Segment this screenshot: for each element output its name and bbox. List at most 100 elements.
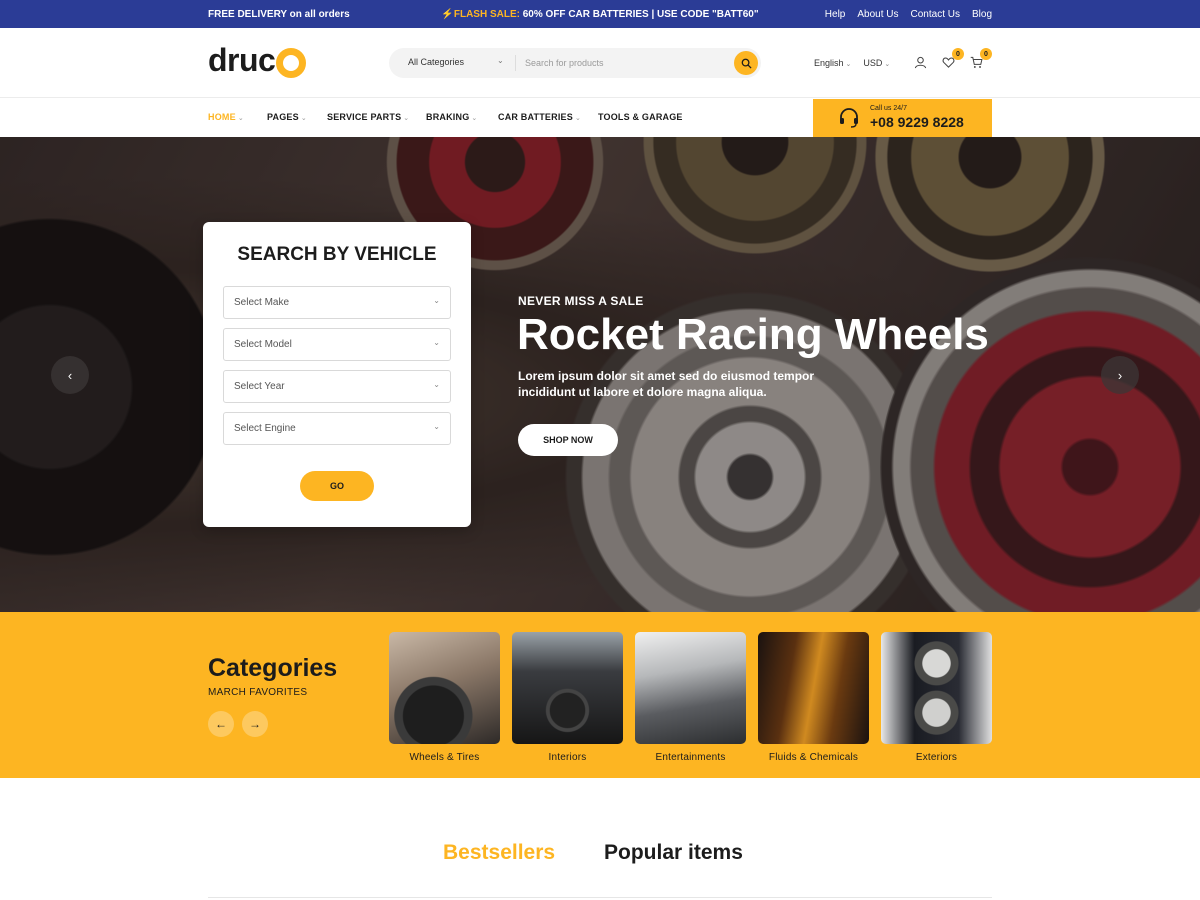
category-label-exteriors[interactable]: Exteriors [881, 752, 992, 763]
chevron-down-icon: ⌄ [403, 115, 410, 122]
select-model[interactable]: Select Model ⌄ [223, 328, 451, 361]
chevron-left-icon: ‹ [67, 367, 73, 383]
link-contact-us[interactable]: Contact Us [911, 9, 960, 20]
hero-description: Lorem ipsum dolor sit amet sed do eiusmo… [518, 369, 815, 399]
go-button[interactable]: GO [300, 471, 374, 501]
flash-sale-label-wrap: ⚡FLASH SALE: [441, 9, 522, 20]
top-links: Help About Us Contact Us Blog [825, 9, 992, 20]
link-about-us[interactable]: About Us [857, 9, 898, 20]
vehicle-search-card: SEARCH BY VEHICLE Select Make ⌄ Select Mo… [203, 222, 471, 527]
chevron-right-icon: › [1117, 367, 1123, 383]
chevron-down-icon: ⌄ [433, 296, 440, 305]
select-year[interactable]: Select Year ⌄ [223, 370, 451, 403]
category-label-interiors[interactable]: Interiors [512, 752, 623, 763]
cart-button[interactable]: 0 [968, 48, 992, 70]
category-label-wheels-tires[interactable]: Wheels & Tires [389, 752, 500, 763]
search-icon [741, 58, 752, 69]
hero-prev-button[interactable]: ‹ [51, 356, 89, 394]
select-year-label: Select Year [234, 381, 285, 392]
flash-sale-label: FLASH SALE: [453, 9, 520, 20]
phone-number: +08 9229 8228 [870, 114, 964, 130]
headset-icon [838, 107, 860, 134]
call-label: Call us 24/7 [870, 105, 907, 112]
link-help[interactable]: Help [825, 9, 846, 20]
categories-prev-button[interactable]: ← [208, 711, 234, 737]
divider [208, 897, 992, 898]
chevron-down-icon: ⌄ [497, 56, 504, 65]
nav-item-pages[interactable]: PAGES ⌄ [267, 112, 307, 122]
bolt-icon: ⚡ [441, 9, 454, 20]
select-engine[interactable]: Select Engine ⌄ [223, 412, 451, 445]
chevron-down-icon: ⌄ [433, 422, 440, 431]
nav-item-service-parts[interactable]: SERVICE PARTS ⌄ [327, 112, 409, 122]
logo[interactable]: druc [208, 42, 307, 79]
hero-headline: Rocket Racing Wheels [517, 310, 989, 359]
main-nav: HOME ⌄ PAGES ⌄ SERVICE PARTS ⌄ BRAKING ⌄ CAR… [0, 99, 1200, 137]
chevron-down-icon: ⌄ [237, 115, 244, 122]
header: druc All Categories ⌄ English⌄ USD⌄ 0 0 [0, 28, 1200, 98]
vehicle-search-title: SEARCH BY VEHICLE [237, 244, 437, 265]
currency-label: USD [863, 58, 883, 68]
wishlist-count-badge: 0 [952, 48, 964, 60]
chevron-down-icon: ⌄ [433, 338, 440, 347]
currency-select[interactable]: USD ⌄ [863, 58, 890, 68]
shop-now-button[interactable]: SHOP NOW [518, 424, 618, 456]
category-label-entertainments[interactable]: Entertainments [635, 752, 746, 763]
top-bar: FREE DELIVERY on all orders ⚡FLASH SALE:… [0, 0, 1200, 28]
chevron-down-icon: ⌄ [845, 61, 852, 68]
category-select[interactable]: All Categories [408, 57, 464, 67]
category-tile-interiors[interactable] [512, 632, 623, 744]
nav-pages-label: PAGES [267, 112, 299, 122]
cart-count-badge: 0 [980, 48, 992, 60]
search-input[interactable] [525, 55, 715, 71]
select-engine-label: Select Engine [234, 423, 296, 434]
nav-item-car-batteries[interactable]: CAR BATTERIES ⌄ [498, 112, 581, 122]
flash-sale-banner: ⚡FLASH SALE: 60% OFF CAR BATTERIES | USE… [0, 9, 1200, 20]
tab-popular-items[interactable]: Popular items [604, 841, 743, 865]
nav-item-braking[interactable]: BRAKING ⌄ [426, 112, 477, 122]
chevron-down-icon: ⌄ [433, 380, 440, 389]
call-us-box[interactable]: Call us 24/7 +08 9229 8228 [813, 99, 992, 137]
language-select[interactable]: English ⌄ [814, 58, 851, 68]
chevron-down-icon: ⌄ [884, 61, 891, 68]
divider [515, 55, 516, 71]
hero-banner: ‹ › NEVER MISS A SALE Rocket Racing Whee… [0, 137, 1200, 612]
nav-tools-garage-label: TOOLS & GARAGE [598, 112, 683, 122]
nav-item-tools-garage[interactable]: TOOLS & GARAGE [598, 112, 683, 122]
select-model-label: Select Model [234, 339, 292, 350]
language-label: English [814, 58, 844, 68]
select-make[interactable]: Select Make ⌄ [223, 286, 451, 319]
chevron-down-icon: ⌄ [471, 115, 478, 122]
logo-text: druc [208, 42, 276, 78]
nav-braking-label: BRAKING [426, 112, 470, 122]
search-button[interactable] [734, 51, 758, 75]
categories-title: Categories [208, 654, 338, 682]
categories-subtitle: MARCH FAVORITES [208, 687, 308, 698]
user-icon [914, 56, 926, 68]
nav-service-parts-label: SERVICE PARTS [327, 112, 402, 122]
gear-icon [276, 47, 307, 78]
header-preferences: English ⌄ USD ⌄ [814, 58, 890, 68]
category-tile-entertainments[interactable] [635, 632, 746, 744]
chevron-down-icon: ⌄ [574, 115, 582, 122]
categories-next-button[interactable]: → [242, 711, 268, 737]
nav-car-batteries-label: CAR BATTERIES [498, 112, 573, 122]
chevron-down-icon: ⌄ [300, 115, 307, 122]
hero-next-button[interactable]: › [1101, 356, 1139, 394]
category-tile-wheels-tires[interactable] [389, 632, 500, 744]
hero-eyebrow: NEVER MISS A SALE [518, 294, 644, 308]
category-tile-exteriors[interactable] [881, 632, 992, 744]
category-tile-fluids-chemicals[interactable] [758, 632, 869, 744]
link-blog[interactable]: Blog [972, 9, 992, 20]
flash-sale-text: 60% OFF CAR BATTERIES | USE CODE "BATT60… [522, 9, 759, 20]
search-bar: All Categories ⌄ [389, 48, 761, 78]
tab-bestsellers[interactable]: Bestsellers [443, 841, 555, 865]
nav-home-label: HOME [208, 112, 236, 122]
nav-item-home[interactable]: HOME ⌄ [208, 112, 244, 122]
arrow-left-icon: ← [215, 717, 227, 731]
categories-section: Categories MARCH FAVORITES ← → Wheels & … [0, 612, 1200, 778]
category-label-fluids-chemicals[interactable]: Fluids & Chemicals [758, 752, 869, 763]
select-make-label: Select Make [234, 297, 290, 308]
wishlist-button[interactable]: 0 [940, 48, 964, 70]
account-button[interactable] [912, 54, 928, 70]
